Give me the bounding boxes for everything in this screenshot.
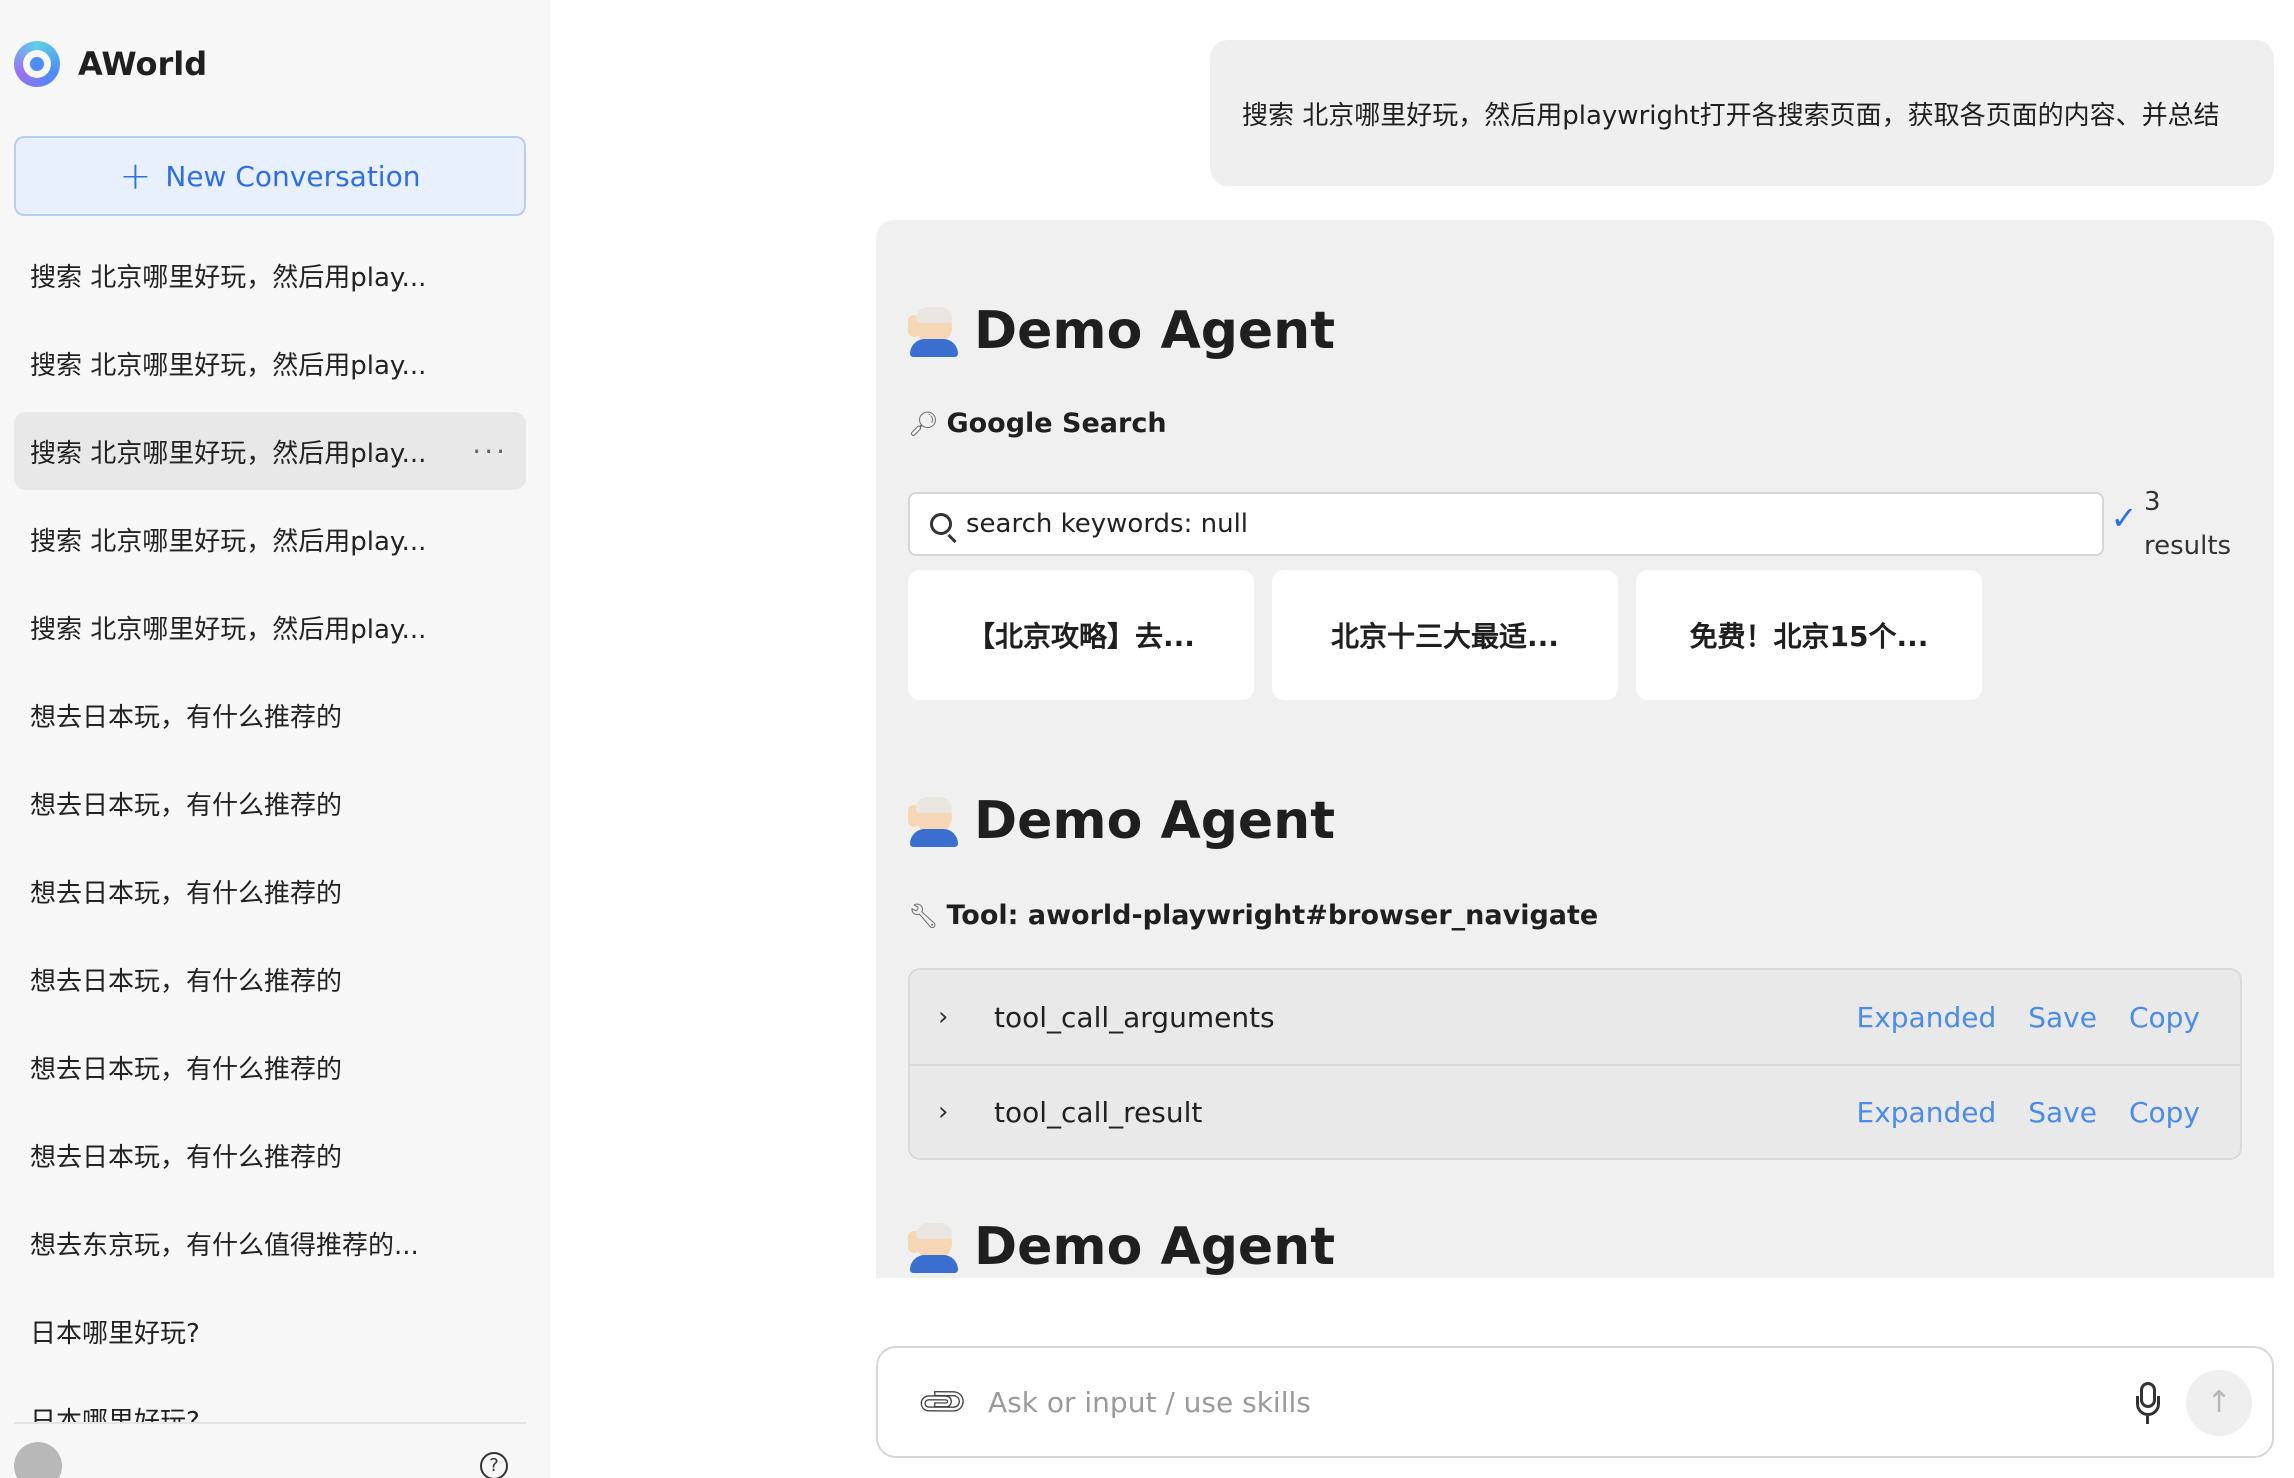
- chat-input[interactable]: Ask or input / use skills: [988, 1386, 1311, 1419]
- search-tool-label: Google Search: [946, 408, 1167, 439]
- agent-avatar-icon: [908, 795, 960, 847]
- tool-row-label: tool_call_arguments: [994, 1000, 1275, 1034]
- search-result-card[interactable]: 【北京攻略】去...: [908, 570, 1254, 700]
- tool-call-line: 🔧︎ Tool: aworld-playwright#browser_navig…: [908, 900, 1598, 931]
- conversation-item[interactable]: 搜索 北京哪里好玩，然后用play...: [14, 324, 526, 402]
- new-conversation-label: New Conversation: [165, 159, 421, 193]
- row-actions: Expanded Save Copy: [1857, 1096, 2200, 1129]
- agent-header: Demo Agent: [908, 1212, 1335, 1278]
- user-message-bubble: 搜索 北京哪里好玩，然后用playwright打开各搜索页面，获取各页面的内容、…: [1210, 40, 2274, 186]
- app-name: AWorld: [78, 45, 208, 83]
- send-button[interactable]: ↑: [2186, 1370, 2252, 1436]
- agent-header: Demo Agent: [908, 296, 1335, 366]
- agent-name: Demo Agent: [974, 301, 1336, 361]
- conversation-item[interactable]: 想去东京玩，有什么值得推荐的...: [14, 1204, 526, 1282]
- tool-label: Tool: aworld-playwright#browser_navigate: [946, 900, 1599, 931]
- sidebar: AWorld + New Conversation 搜索 北京哪里好玩，然后用p…: [0, 0, 550, 1478]
- save-button[interactable]: Save: [2028, 1096, 2097, 1129]
- microphone-icon[interactable]: [2136, 1382, 2160, 1426]
- agent-header: Demo Agent: [908, 786, 1335, 856]
- wrench-icon: 🔧︎: [908, 901, 939, 930]
- tool-call-accordion: › tool_call_arguments Expanded Save Copy…: [908, 968, 2242, 1160]
- magnifier-icon: 🔎︎: [908, 409, 939, 438]
- expanded-button[interactable]: Expanded: [1857, 1001, 1997, 1034]
- search-keywords-box: search keywords: null: [908, 492, 2104, 556]
- more-options-icon[interactable]: ···: [472, 435, 508, 468]
- search-result-card[interactable]: 北京十三大最适...: [1272, 570, 1618, 700]
- paperclip-icon[interactable]: 📎︎: [914, 1373, 973, 1432]
- conversation-item[interactable]: 想去日本玩，有什么推荐的: [14, 1116, 526, 1194]
- avatar[interactable]: [14, 1442, 62, 1478]
- conversation-item[interactable]: 想去日本玩，有什么推荐的: [14, 940, 526, 1018]
- copy-button[interactable]: Copy: [2129, 1001, 2200, 1034]
- brand: AWorld: [14, 40, 207, 88]
- tool-row-label: tool_call_result: [994, 1095, 1203, 1129]
- agent-avatar-icon: [908, 305, 960, 357]
- new-conversation-button[interactable]: + New Conversation: [14, 136, 526, 216]
- results-count: 3 results: [2144, 487, 2232, 561]
- agent-response-panel: Demo Agent 🔎︎ Google Search search keywo…: [876, 220, 2274, 1278]
- chat-input-bar[interactable]: 📎︎ Ask or input / use skills ↑: [876, 1346, 2274, 1458]
- search-tool-line: 🔎︎ Google Search: [908, 408, 1167, 439]
- chevron-right-icon[interactable]: ›: [938, 1002, 964, 1032]
- conversation-item-active[interactable]: 搜索 北京哪里好玩，然后用play... ···: [14, 412, 526, 490]
- agent-avatar-icon: [908, 1221, 960, 1273]
- plus-icon: +: [119, 154, 152, 198]
- conversation-item[interactable]: 搜索 北京哪里好玩，然后用play...: [14, 236, 526, 314]
- tool-call-result-row[interactable]: › tool_call_result Expanded Save Copy: [910, 1064, 2240, 1158]
- save-button[interactable]: Save: [2028, 1001, 2097, 1034]
- expanded-button[interactable]: Expanded: [1857, 1096, 1997, 1129]
- arrow-up-icon: ↑: [2206, 1385, 2232, 1420]
- search-result-card[interactable]: 免费！北京15个...: [1636, 570, 1982, 700]
- conversation-item[interactable]: 日本哪里好玩?: [14, 1380, 526, 1423]
- help-icon[interactable]: ?: [480, 1452, 508, 1478]
- sidebar-footer: ?: [14, 1422, 526, 1478]
- conversation-list: 搜索 北京哪里好玩，然后用play... 搜索 北京哪里好玩，然后用play..…: [14, 236, 526, 1422]
- copy-button[interactable]: Copy: [2129, 1096, 2200, 1129]
- conversation-item[interactable]: 日本哪里好玩?: [14, 1292, 526, 1370]
- chevron-right-icon[interactable]: ›: [938, 1097, 964, 1127]
- agent-name: Demo Agent: [974, 1217, 1336, 1277]
- user-message-text: 搜索 北京哪里好玩，然后用playwright打开各搜索页面，获取各页面的内容、…: [1242, 100, 2220, 131]
- search-icon: [930, 513, 952, 535]
- conversation-item[interactable]: 想去日本玩，有什么推荐的: [14, 1028, 526, 1106]
- aworld-logo-icon: [14, 41, 60, 87]
- row-actions: Expanded Save Copy: [1857, 1001, 2200, 1034]
- agent-name: Demo Agent: [974, 791, 1336, 851]
- conversation-item[interactable]: 搜索 北京哪里好玩，然后用play...: [14, 588, 526, 666]
- conversation-item[interactable]: 想去日本玩，有什么推荐的: [14, 676, 526, 754]
- check-icon: ✓: [2110, 499, 2138, 537]
- search-keywords-text: search keywords: null: [966, 509, 1249, 539]
- conversation-item[interactable]: 想去日本玩，有什么推荐的: [14, 764, 526, 842]
- conversation-item[interactable]: 搜索 北京哪里好玩，然后用play...: [14, 500, 526, 578]
- conversation-item[interactable]: 想去日本玩，有什么推荐的: [14, 852, 526, 930]
- tool-call-arguments-row[interactable]: › tool_call_arguments Expanded Save Copy: [910, 970, 2240, 1064]
